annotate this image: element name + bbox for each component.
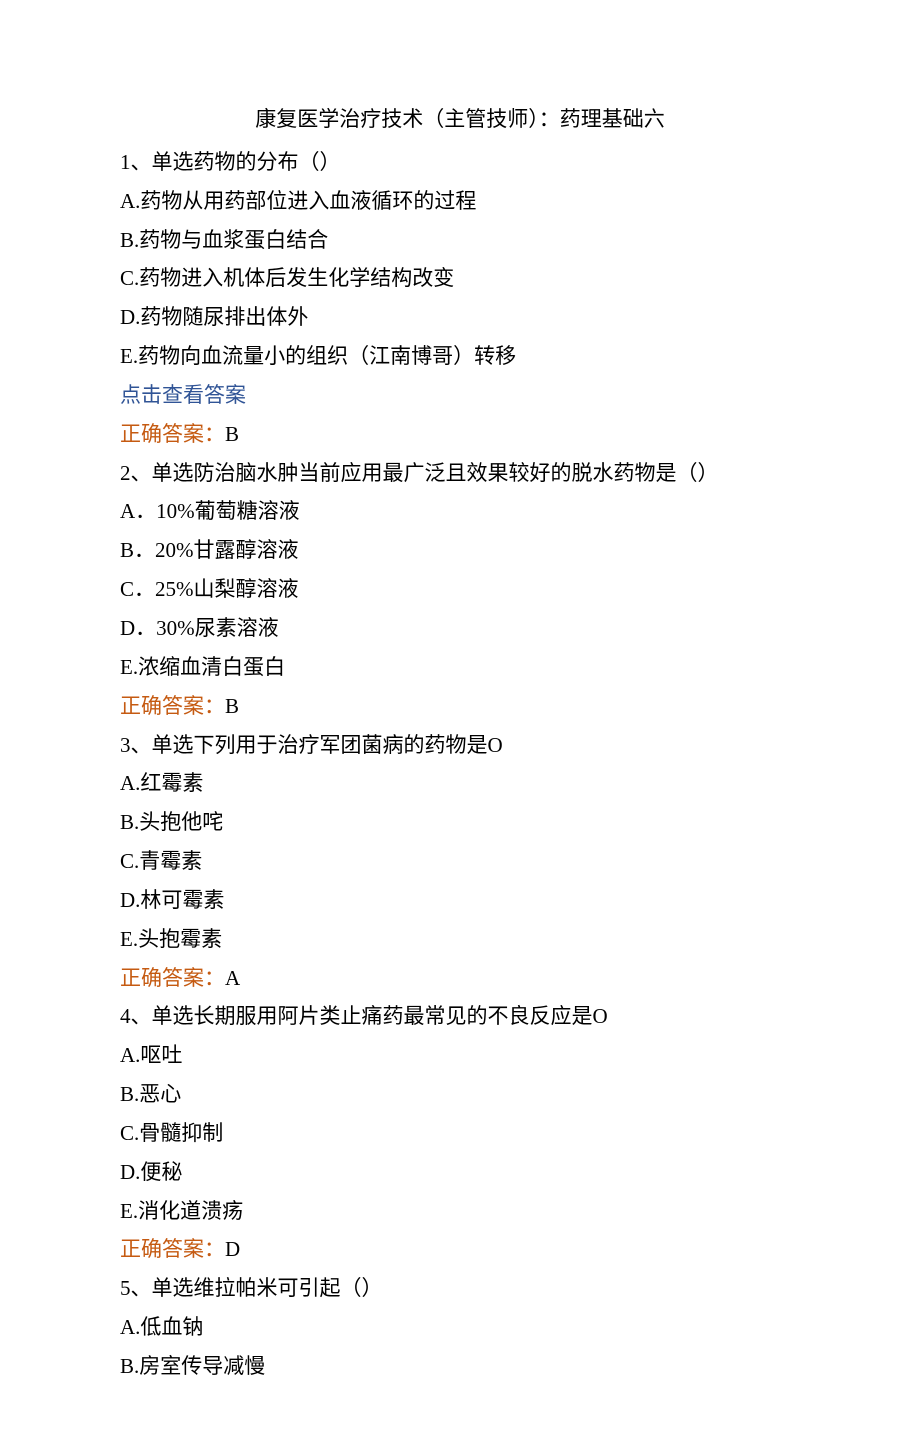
q1-option-a: A.药物从用药部位进入血液循环的过程	[120, 182, 800, 221]
q2-answer: 正确答案：B	[120, 687, 800, 726]
q3-option-d: D.林可霉素	[120, 881, 800, 920]
q5-option-b: B.房室传导减慢	[120, 1347, 800, 1386]
q4-answer: 正确答案：D	[120, 1230, 800, 1269]
q3-option-b: B.头抱他咤	[120, 803, 800, 842]
q4-option-d: D.便秘	[120, 1153, 800, 1192]
q4-option-a: A.呕吐	[120, 1036, 800, 1075]
q4-option-c: C.骨髓抑制	[120, 1114, 800, 1153]
q2-option-a: A．10%葡萄糖溶液	[120, 492, 800, 531]
q1-answer-value: B	[225, 422, 239, 446]
q4-stem: 4、单选长期服用阿片类止痛药最常见的不良反应是O	[120, 997, 800, 1036]
q1-option-d: D.药物随尿排出体外	[120, 298, 800, 337]
q2-option-e: E.浓缩血清白蛋白	[120, 648, 800, 687]
q1-answer: 正确答案：B	[120, 415, 800, 454]
q4-option-e: E.消化道溃疡	[120, 1192, 800, 1231]
q2-option-b: B．20%甘露醇溶液	[120, 531, 800, 570]
q5-stem: 5、单选维拉帕米可引起（）	[120, 1269, 800, 1308]
q4-answer-value: D	[225, 1237, 240, 1261]
q4-option-b: B.恶心	[120, 1075, 800, 1114]
q1-answer-label: 正确答案：	[120, 422, 225, 446]
page-title: 康复医学治疗技术（主管技师）：药理基础六	[120, 100, 800, 139]
q5-option-a: A.低血钠	[120, 1308, 800, 1347]
q3-option-e: E.头抱霉素	[120, 920, 800, 959]
q3-answer-label: 正确答案：	[120, 966, 225, 990]
q1-option-e: E.药物向血流量小的组织（江南博哥）转移	[120, 337, 800, 376]
q2-answer-label: 正确答案：	[120, 694, 225, 718]
q1-view-answer-link[interactable]: 点击查看答案	[120, 376, 800, 415]
q3-answer-value: A	[225, 966, 240, 990]
q1-stem: 1、单选药物的分布（）	[120, 143, 800, 182]
q1-option-b: B.药物与血浆蛋白结合	[120, 221, 800, 260]
q2-stem: 2、单选防治脑水肿当前应用最广泛且效果较好的脱水药物是（）	[120, 454, 800, 493]
q4-answer-label: 正确答案：	[120, 1237, 225, 1261]
q3-stem: 3、单选下列用于治疗军团菌病的药物是O	[120, 726, 800, 765]
q2-option-c: C．25%山梨醇溶液	[120, 570, 800, 609]
q3-answer: 正确答案：A	[120, 959, 800, 998]
q3-option-a: A.红霉素	[120, 764, 800, 803]
q3-option-c: C.青霉素	[120, 842, 800, 881]
q1-option-c: C.药物进入机体后发生化学结构改变	[120, 259, 800, 298]
q2-option-d: D．30%尿素溶液	[120, 609, 800, 648]
q2-answer-value: B	[225, 694, 239, 718]
